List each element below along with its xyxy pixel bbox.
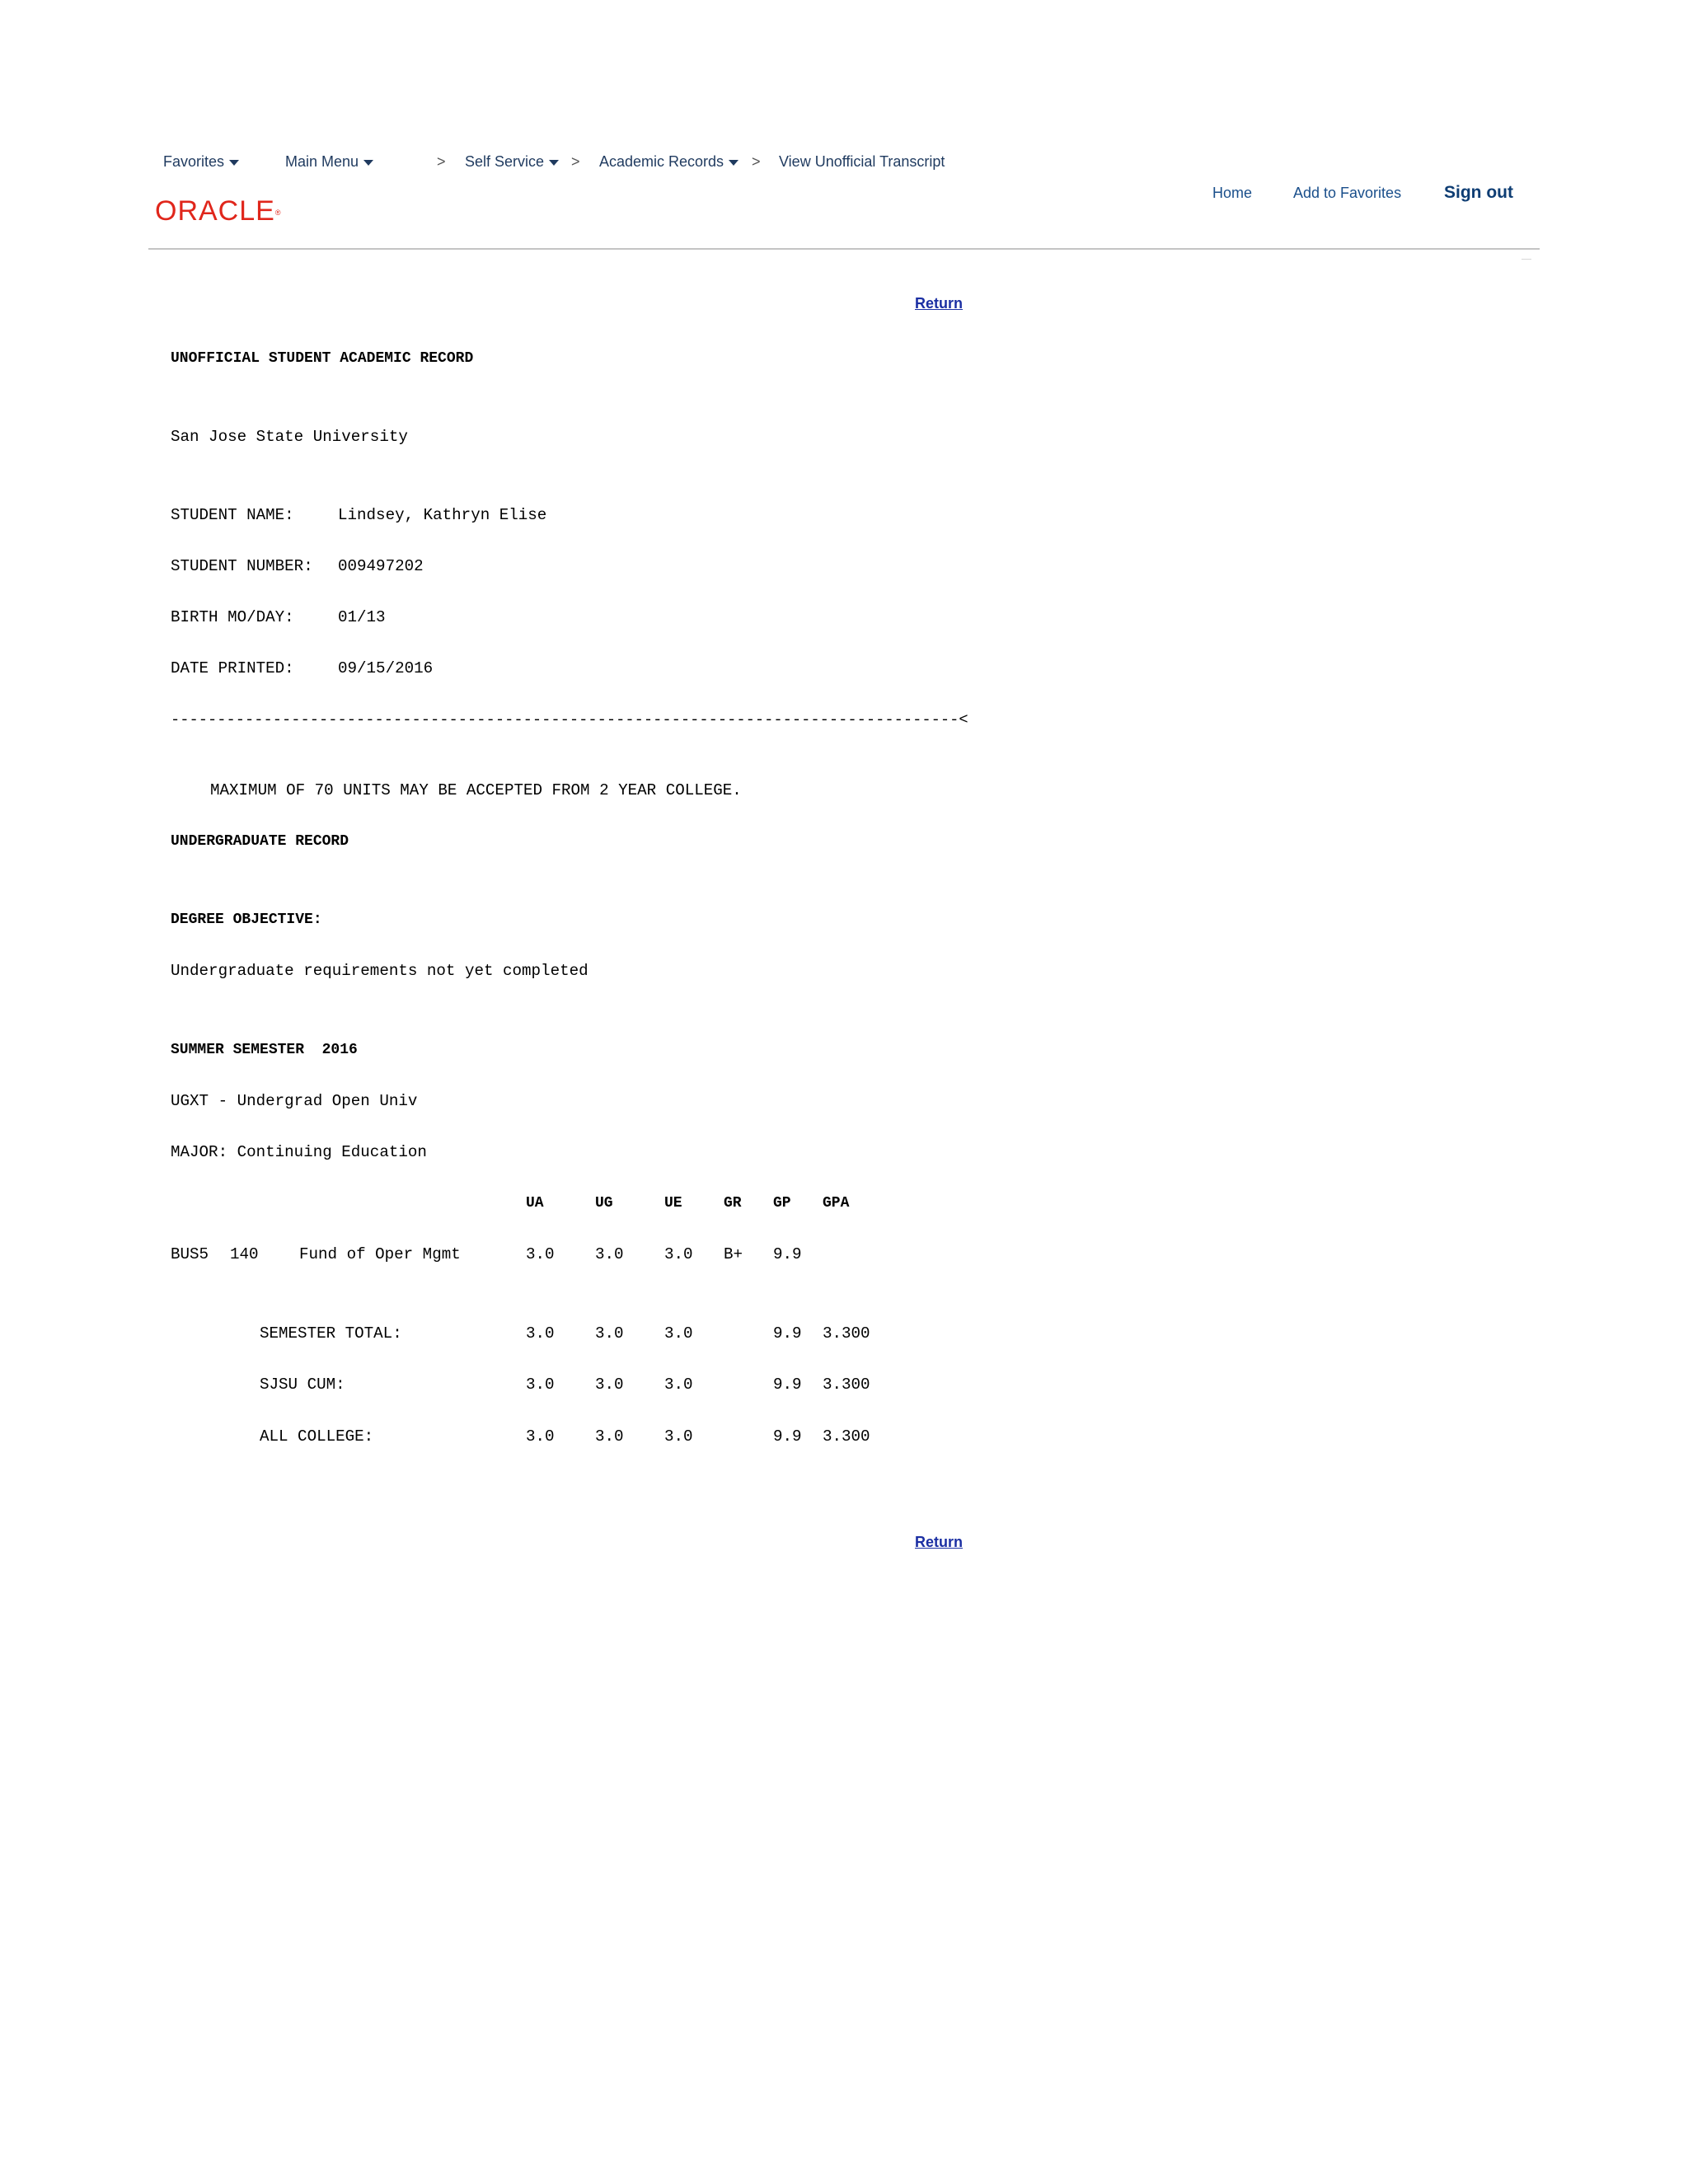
- major-name: MAJOR: Continuing Education: [171, 1143, 427, 1161]
- breadcrumb-self-service[interactable]: Self Service: [465, 152, 560, 171]
- return-link-top[interactable]: Return: [915, 294, 963, 312]
- all-college-gp: 9.9: [773, 1427, 802, 1446]
- breadcrumb-separator-icon: >: [437, 153, 446, 170]
- col-header-ug: UG: [595, 1195, 613, 1212]
- scroll-indicator: [1522, 259, 1531, 260]
- sjsu-cum-ug: 3.0: [595, 1376, 624, 1394]
- home-link[interactable]: Home: [1212, 184, 1252, 202]
- col-header-gpa: GPA: [823, 1195, 850, 1212]
- student-number-value: 009497202: [338, 557, 424, 575]
- logo-text: ORACLE: [155, 195, 275, 227]
- semester-total-label: SEMESTER TOTAL:: [260, 1324, 402, 1343]
- chevron-down-icon: [549, 159, 560, 166]
- student-number-label: STUDENT NUMBER:: [171, 557, 313, 575]
- date-printed-value: 09/15/2016: [338, 659, 434, 677]
- chevron-down-icon: [363, 159, 374, 166]
- course-number: 140: [230, 1245, 259, 1263]
- birth-date-value: 01/13: [338, 608, 386, 626]
- student-name-label: STUDENT NAME:: [171, 506, 294, 524]
- semester-total-ug: 3.0: [595, 1324, 624, 1343]
- course-grade: B+: [724, 1245, 743, 1263]
- all-college-label: ALL COLLEGE:: [260, 1427, 374, 1446]
- semester-total-gp: 9.9: [773, 1324, 802, 1343]
- breadcrumb-separator-icon: >: [571, 153, 580, 170]
- all-college-gpa: 3.300: [823, 1427, 870, 1446]
- course-gp: 9.9: [773, 1245, 802, 1263]
- sjsu-cum-gp: 9.9: [773, 1376, 802, 1394]
- chevron-down-icon: [229, 159, 240, 166]
- term-heading: SUMMER SEMESTER 2016: [171, 1042, 358, 1058]
- section-heading: UNDERGRADUATE RECORD: [171, 833, 349, 850]
- semester-total-ua: 3.0: [526, 1324, 555, 1343]
- main-menu-label: Main Menu: [285, 153, 359, 170]
- date-printed-label: DATE PRINTED:: [171, 659, 294, 677]
- birth-date-label: BIRTH MO/DAY:: [171, 608, 294, 626]
- sjsu-cum-gpa: 3.300: [823, 1376, 870, 1394]
- add-to-favorites-link[interactable]: Add to Favorites: [1293, 184, 1401, 202]
- breadcrumb-current-page: View Unofficial Transcript: [779, 153, 945, 170]
- course-title: Fund of Oper Mgmt: [299, 1245, 461, 1263]
- sjsu-cum-ua: 3.0: [526, 1376, 555, 1394]
- degree-objective-label: DEGREE OBJECTIVE:: [171, 912, 322, 928]
- semester-total-gpa: 3.300: [823, 1324, 870, 1343]
- oracle-logo: ORACLE®: [155, 194, 281, 227]
- sjsu-cum-label: SJSU CUM:: [260, 1376, 345, 1394]
- course-ug: 3.0: [595, 1245, 624, 1263]
- breadcrumb-separator-icon: >: [752, 153, 761, 170]
- breadcrumb-academic-records[interactable]: Academic Records: [599, 152, 739, 171]
- all-college-ue: 3.0: [664, 1427, 693, 1446]
- dashed-divider: ----------------------------------------…: [171, 710, 968, 729]
- main-menu[interactable]: Main Menu: [285, 152, 374, 171]
- return-link-bottom[interactable]: Return: [915, 1533, 963, 1551]
- academic-records-label: Academic Records: [599, 153, 724, 170]
- sign-out-link[interactable]: Sign out: [1444, 182, 1513, 204]
- self-service-label: Self Service: [465, 153, 545, 170]
- header-divider: [148, 248, 1540, 250]
- logo-registered-mark: ®: [274, 209, 282, 217]
- institution-name: San Jose State University: [171, 428, 408, 446]
- course-ue: 3.0: [664, 1245, 693, 1263]
- course-ua: 3.0: [526, 1245, 555, 1263]
- col-header-gp: GP: [773, 1195, 791, 1212]
- all-college-ug: 3.0: [595, 1427, 624, 1446]
- program-name: UGXT - Undergrad Open Univ: [171, 1092, 418, 1110]
- col-header-ua: UA: [526, 1195, 544, 1212]
- chevron-down-icon: [729, 159, 739, 166]
- col-header-ue: UE: [664, 1195, 682, 1212]
- transfer-notice: MAXIMUM OF 70 UNITS MAY BE ACCEPTED FROM…: [210, 781, 742, 799]
- degree-objective-value: Undergraduate requirements not yet compl…: [171, 962, 588, 980]
- course-subject: BUS5: [171, 1245, 209, 1263]
- favorites-label: Favorites: [163, 153, 225, 170]
- favorites-menu[interactable]: Favorites: [163, 152, 240, 171]
- semester-total-ue: 3.0: [664, 1324, 693, 1343]
- sjsu-cum-ue: 3.0: [664, 1376, 693, 1394]
- all-college-ua: 3.0: [526, 1427, 555, 1446]
- student-name-value: Lindsey, Kathryn Elise: [338, 506, 547, 524]
- record-title: UNOFFICIAL STUDENT ACADEMIC RECORD: [171, 350, 474, 367]
- col-header-gr: GR: [724, 1195, 742, 1212]
